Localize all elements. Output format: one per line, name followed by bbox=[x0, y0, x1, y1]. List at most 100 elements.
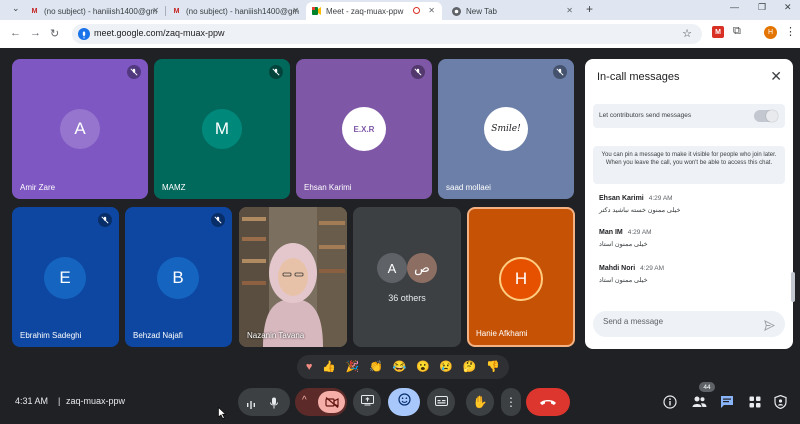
message-time: 4:29 AM bbox=[640, 265, 665, 272]
participant-name: Ehsan Karimi bbox=[304, 183, 352, 192]
people-icon[interactable] bbox=[692, 395, 707, 413]
avatar: A bbox=[377, 253, 407, 283]
tab-title: (no subject) - haniiish1400@gm bbox=[186, 6, 300, 16]
send-message-box bbox=[593, 311, 785, 337]
reactions-bar: ♥ 👍 🎉 👏 😂 😮 😢 🤔 👎 bbox=[297, 355, 509, 379]
chat-icon[interactable] bbox=[720, 395, 734, 414]
new-tab-button[interactable]: + bbox=[586, 2, 593, 16]
chrome-icon bbox=[452, 6, 461, 16]
reaction-thumbs-up[interactable]: 👍 bbox=[322, 361, 336, 373]
microphone-icon[interactable] bbox=[269, 396, 279, 414]
reaction-heart[interactable]: ♥ bbox=[306, 361, 313, 373]
participant-name: Ebrahim Sadeghi bbox=[20, 331, 82, 340]
audio-settings-icon[interactable] bbox=[246, 397, 256, 415]
video-feed bbox=[239, 207, 347, 347]
minimize-icon[interactable]: — bbox=[730, 2, 739, 12]
participant-tile[interactable]: Smile! saad mollaei bbox=[438, 59, 574, 199]
participant-name: Hanie Afkhami bbox=[476, 329, 528, 338]
in-call-messages-panel: In-call messages ✕ Let contributors send… bbox=[585, 59, 793, 349]
reaction-laugh[interactable]: 😂 bbox=[393, 361, 407, 373]
reactions-button[interactable] bbox=[388, 388, 420, 416]
present-icon bbox=[360, 393, 374, 411]
tab-title: Meet - zaq-muax-ppw bbox=[326, 6, 404, 16]
close-tab-icon[interactable]: ✕ bbox=[428, 6, 435, 15]
tab-title: (no subject) - haniiish1400@gm bbox=[44, 6, 158, 16]
mic-off-icon bbox=[411, 65, 425, 79]
host-controls-icon[interactable] bbox=[774, 394, 787, 414]
reload-icon[interactable]: ↻ bbox=[50, 27, 59, 40]
captions-button[interactable] bbox=[427, 388, 455, 416]
participant-name: saad mollaei bbox=[446, 183, 491, 192]
participant-tile-video[interactable]: Nazanin Tavana bbox=[239, 207, 347, 347]
forward-icon[interactable]: → bbox=[30, 27, 41, 39]
message-text: خیلی ممنون خسته نباشید دکتر bbox=[599, 207, 681, 214]
camera-off-icon[interactable] bbox=[318, 391, 345, 413]
activities-icon[interactable] bbox=[749, 395, 761, 413]
hand-icon: ✋ bbox=[472, 395, 488, 409]
address-bar[interactable]: meet.google.com/zaq-muax-ppw ☆ bbox=[72, 24, 702, 44]
message-text: خیلی ممنون استاد bbox=[599, 277, 648, 284]
reaction-clap[interactable]: 👏 bbox=[369, 361, 383, 373]
page-scrollbar[interactable] bbox=[791, 272, 795, 302]
meeting-clock: 4:31 AM bbox=[15, 396, 49, 406]
more-vert-icon: ⋮ bbox=[505, 395, 517, 409]
send-icon[interactable] bbox=[764, 318, 776, 336]
reaction-surprised[interactable]: 😮 bbox=[416, 361, 430, 373]
participant-tile[interactable]: E.X.R Ehsan Karimi bbox=[296, 59, 432, 199]
extension-icon[interactable]: M bbox=[712, 26, 724, 38]
mic-off-icon bbox=[211, 213, 225, 227]
chevron-up-icon[interactable]: ^ bbox=[302, 395, 307, 406]
leave-call-button[interactable] bbox=[526, 388, 570, 416]
close-tab-icon[interactable]: ✕ bbox=[566, 6, 573, 15]
message-text: خیلی ممنون استاد bbox=[599, 241, 648, 248]
reaction-thumbs-down[interactable]: 👎 bbox=[486, 361, 500, 373]
raise-hand-button[interactable]: ✋ bbox=[466, 388, 494, 416]
others-tile[interactable]: A ص 36 others bbox=[353, 207, 461, 347]
restore-icon[interactable]: ❐ bbox=[758, 2, 766, 13]
captions-icon bbox=[434, 393, 448, 411]
participant-tile-speaking[interactable]: H Hanie Afkhami bbox=[467, 207, 575, 347]
reaction-sad[interactable]: 😢 bbox=[439, 361, 453, 373]
present-screen-button[interactable] bbox=[353, 388, 381, 416]
reaction-thinking[interactable]: 🤔 bbox=[463, 361, 477, 373]
participant-tile[interactable]: B Behzad Najafi bbox=[125, 207, 232, 347]
browser-tab-gmail-2[interactable]: M (no subject) - haniiish1400@gm ✕ bbox=[166, 2, 306, 20]
close-tab-icon[interactable]: ✕ bbox=[292, 6, 299, 15]
meeting-info-icon[interactable] bbox=[663, 395, 677, 414]
message-time: 4:29 AM bbox=[627, 229, 652, 236]
avatar: B bbox=[157, 257, 199, 299]
participant-tile[interactable]: A Amir Zare bbox=[12, 59, 148, 199]
back-icon[interactable]: ← bbox=[10, 27, 21, 39]
contributor-messages-toggle[interactable] bbox=[754, 110, 778, 122]
profile-avatar[interactable]: H bbox=[764, 26, 777, 39]
chat-message: Man IM 4:29 AM خیلی ممنون استاد bbox=[599, 229, 652, 248]
browser-tab-meet[interactable]: Meet - zaq-muax-ppw ✕ bbox=[306, 2, 442, 20]
send-message-input[interactable] bbox=[603, 317, 753, 326]
close-panel-icon[interactable]: ✕ bbox=[770, 68, 782, 85]
gmail-icon: M bbox=[31, 7, 38, 15]
pin-info-note: You can pin a message to make it visible… bbox=[593, 146, 785, 184]
avatar: E bbox=[44, 257, 86, 299]
others-count-label: 36 others bbox=[388, 293, 426, 303]
participant-tile[interactable]: E Ebrahim Sadeghi bbox=[12, 207, 119, 347]
extensions-puzzle-icon[interactable]: ⧉ bbox=[733, 25, 741, 38]
browser-menu-icon[interactable]: ⋮ bbox=[785, 25, 796, 38]
reaction-party[interactable]: 🎉 bbox=[346, 361, 360, 373]
avatar: M bbox=[202, 109, 242, 149]
tab-search-icon[interactable]: ⌄ bbox=[12, 3, 20, 14]
browser-tab-gmail-1[interactable]: M (no subject) - haniiish1400@gm ✕ bbox=[24, 2, 166, 20]
chat-message: Ehsan Karimi 4:29 AM خیلی ممنون خسته نباش… bbox=[599, 195, 680, 214]
window-close-icon[interactable]: ✕ bbox=[784, 2, 792, 13]
toggle-knob bbox=[766, 110, 778, 122]
close-tab-icon[interactable]: ✕ bbox=[152, 6, 159, 15]
participant-name: Amir Zare bbox=[20, 183, 56, 192]
meeting-code: zaq-muax-ppw bbox=[66, 396, 126, 406]
browser-tab-newtab[interactable]: New Tab ✕ bbox=[446, 2, 580, 20]
participant-name: MAMZ bbox=[162, 183, 186, 192]
site-info-icon[interactable] bbox=[78, 28, 90, 40]
hang-up-icon bbox=[539, 393, 557, 411]
more-options-button[interactable]: ⋮ bbox=[501, 388, 521, 416]
bookmark-star-icon[interactable]: ☆ bbox=[682, 27, 692, 40]
participant-tile[interactable]: M MAMZ bbox=[154, 59, 290, 199]
message-sender: Mahdi Nori bbox=[599, 265, 636, 272]
